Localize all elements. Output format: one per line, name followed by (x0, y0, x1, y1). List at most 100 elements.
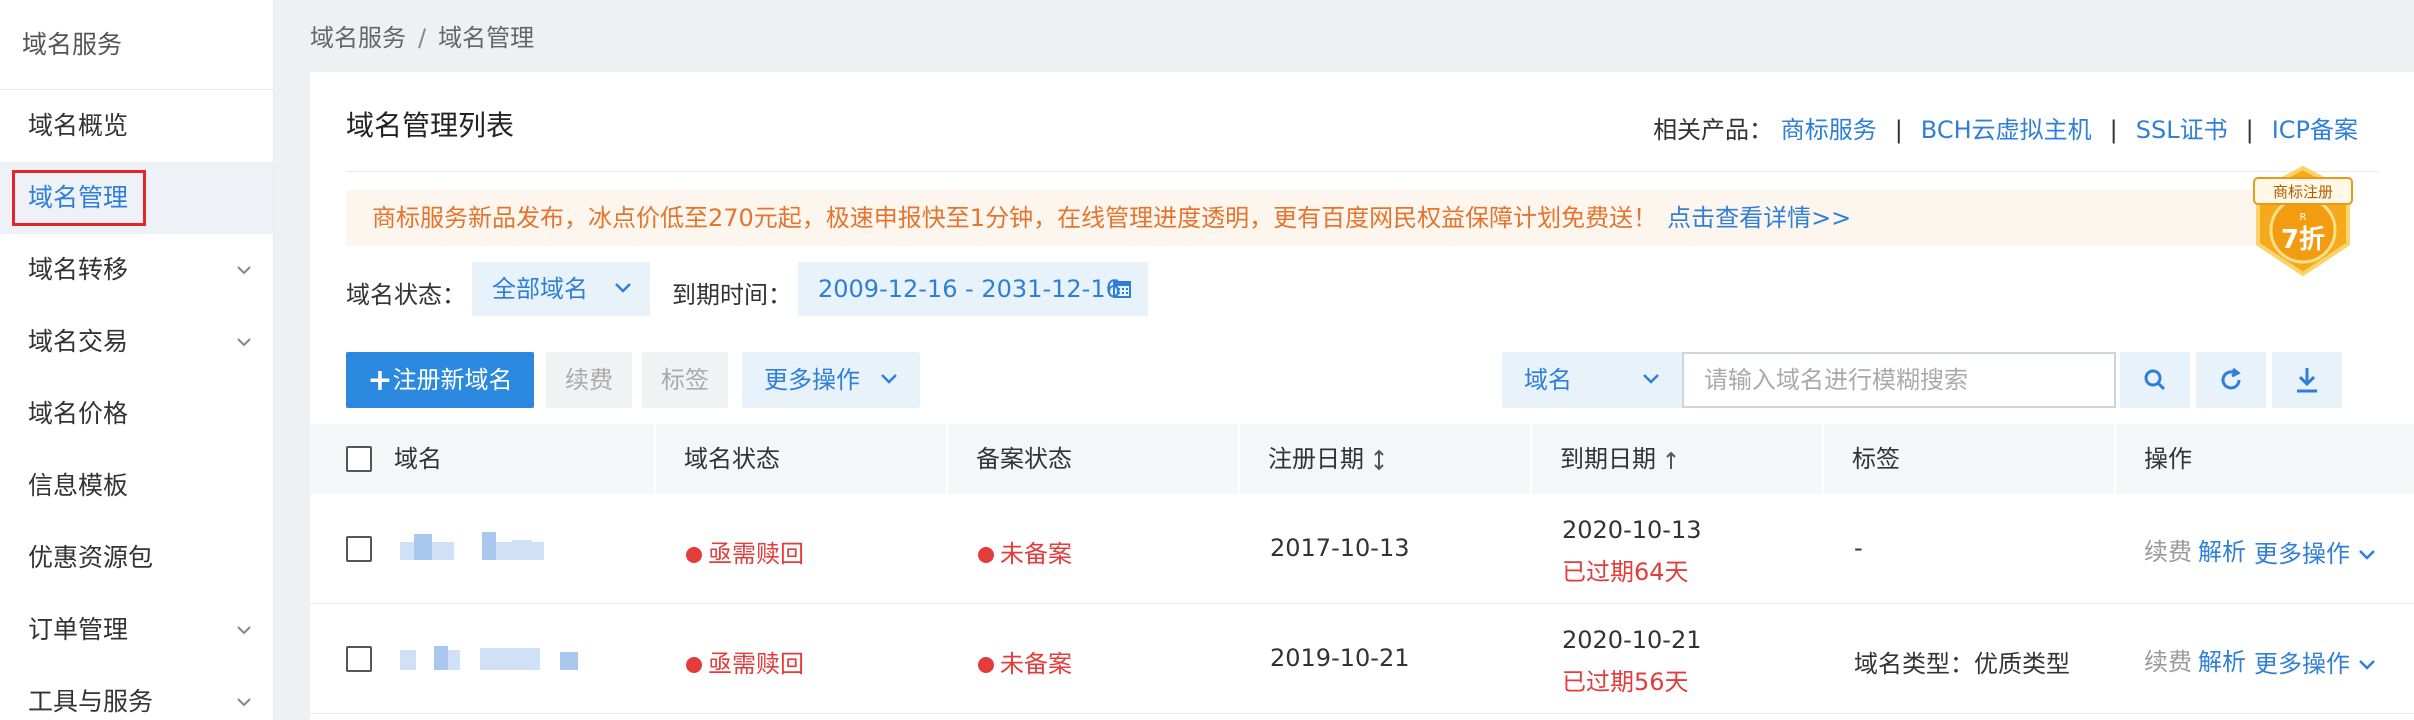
more-actions-dropdown[interactable]: 更多操作 (742, 352, 920, 408)
main-panel: 域名管理列表 相关产品： 商标服务 | BCH云虚拟主机 | SSL证书 | ICP备案 商… (310, 72, 2414, 720)
sidebar-item-info-template[interactable]: 信息模板 (0, 450, 273, 522)
sidebar-item-domain-price[interactable]: 域名价格 (0, 378, 273, 450)
search-button[interactable] (2120, 352, 2190, 408)
related-products: 相关产品： 商标服务 | BCH云虚拟主机 | SSL证书 | ICP备案 (1653, 110, 2358, 145)
divider (346, 171, 2378, 172)
chevron-down-icon (881, 374, 897, 384)
select-all-checkbox[interactable] (346, 446, 372, 472)
status-dot (686, 657, 702, 673)
sidebar-item-domain-trading[interactable]: 域名交易 (0, 306, 273, 378)
sidebar-item-label: 信息模板 (28, 471, 129, 500)
sidebar-item-domain-transfer[interactable]: 域名转移 (0, 234, 273, 306)
dns-link[interactable]: 解析 (2198, 532, 2246, 567)
register-domain-label: 注册新域名 (392, 366, 513, 394)
related-link-trademark[interactable]: 商标服务 (1781, 116, 1877, 144)
notice-link[interactable]: 点击查看详情>> (1667, 204, 1851, 232)
refresh-button[interactable] (2196, 352, 2266, 408)
column-header-exp-date[interactable]: 到期日期 (1560, 424, 1678, 494)
sidebar-item-label: 工具与服务 (28, 687, 154, 716)
search-input[interactable] (1682, 352, 2116, 408)
status-dot (978, 657, 994, 673)
register-domain-button[interactable]: +注册新域名 (346, 352, 534, 408)
dns-link[interactable]: 解析 (2198, 642, 2246, 677)
more-actions-label: 更多操作 (2254, 540, 2350, 568)
chevron-down-icon (237, 698, 251, 707)
highlight-box (12, 170, 146, 226)
expire-date-range-picker[interactable]: 2009-12-16 - 2031-12-16 (798, 262, 1148, 316)
sidebar-item-label: 域名转移 (28, 255, 129, 284)
sidebar-item-label: 域名概览 (28, 111, 129, 140)
sidebar-title: 域名服务 (0, 0, 273, 90)
column-header-actions: 操作 (2144, 445, 2192, 473)
column-separator (2114, 424, 2116, 494)
promo-top-text: 商标注册 (2273, 183, 2333, 201)
column-separator (946, 424, 948, 494)
column-header-domain-status: 域名状态 (684, 445, 780, 473)
search-type-select[interactable]: 域名 (1502, 352, 1682, 408)
search-icon (2144, 369, 2166, 391)
sidebar-item-discount-pack[interactable]: 优惠资源包 (0, 522, 273, 594)
status-dot (978, 547, 994, 563)
reg-date-label: 注册日期 (1268, 445, 1364, 473)
trademark-promo-badge[interactable]: 商标注册 R 7折 (2244, 162, 2362, 280)
breadcrumb-root[interactable]: 域名服务 (310, 24, 406, 52)
chevron-down-icon (237, 266, 251, 275)
more-actions-label: 更多操作 (764, 366, 860, 394)
chevron-down-icon (1643, 374, 1659, 384)
domain-status: 亟需赎回 (686, 534, 804, 569)
plus-icon: + (367, 363, 393, 398)
column-separator (654, 424, 656, 494)
more-actions-link[interactable]: 更多操作 (2254, 534, 2376, 569)
table-row: 亟需赎回 未备案 2017-10-13 2020-10-13 已过期64天 - … (310, 494, 2414, 604)
exp-date-label: 到期日期 (1560, 445, 1656, 473)
sidebar-item-tools[interactable]: 工具与服务 (0, 666, 273, 720)
renew-link[interactable]: 续费 (2144, 532, 2192, 567)
icp-status-text: 未备案 (1000, 650, 1072, 678)
status-dot (686, 547, 702, 563)
sidebar-item-label: 域名交易 (28, 327, 129, 356)
tag-value: - (1854, 534, 1863, 562)
column-header-tag: 标签 (1852, 445, 1900, 473)
row-checkbox[interactable] (346, 646, 372, 672)
notice-banner: 商标服务新品发布，冰点价低至270元起，极速申报快至1分钟，在线管理进度透明，更… (346, 190, 2286, 246)
sidebar-item-orders[interactable]: 订单管理 (0, 594, 273, 666)
table-row: 亟需赎回 未备案 2019-10-21 2020-10-21 已过期56天 域名… (310, 604, 2414, 714)
chevron-down-icon (615, 283, 631, 293)
breadcrumb: 域名服务 / 域名管理 (310, 18, 534, 53)
domain-status-text: 亟需赎回 (708, 650, 804, 678)
sidebar: 域名服务 域名概览 域名管理 域名转移 域名交易 域名价格 信息模板 优惠资源包… (0, 0, 274, 720)
exp-date: 2020-10-21 (1562, 626, 1702, 654)
expire-date-range: 2009-12-16 - 2031-12-16 (818, 275, 1121, 303)
row-checkbox[interactable] (346, 536, 372, 562)
column-separator (1530, 424, 1532, 494)
more-actions-link[interactable]: 更多操作 (2254, 644, 2376, 679)
more-actions-label: 更多操作 (2254, 650, 2350, 678)
renew-button[interactable]: 续费 (546, 352, 632, 408)
table-header: 域名 域名状态 备案状态 注册日期 到期日期 标签 操作 (310, 424, 2414, 494)
reg-date: 2017-10-13 (1270, 534, 1410, 562)
chevron-down-icon (237, 338, 251, 347)
separator: | (1894, 116, 1903, 144)
related-link-ssl[interactable]: SSL证书 (2136, 116, 2228, 144)
refresh-icon (2221, 367, 2241, 390)
tag-button[interactable]: 标签 (642, 352, 728, 408)
exp-date: 2020-10-13 (1562, 516, 1702, 544)
icp-status-text: 未备案 (1000, 540, 1072, 568)
calendar-icon (1113, 281, 1131, 298)
related-link-bch[interactable]: BCH云虚拟主机 (1921, 116, 2092, 144)
sidebar-item-overview[interactable]: 域名概览 (0, 90, 273, 162)
related-link-icp[interactable]: ICP备案 (2272, 116, 2358, 144)
renew-link[interactable]: 续费 (2144, 642, 2192, 677)
page-title: 域名管理列表 (346, 109, 515, 142)
domain-status-text: 亟需赎回 (708, 540, 804, 568)
notice-text: 商标服务新品发布，冰点价低至270元起，极速申报快至1分钟，在线管理进度透明，更… (372, 204, 1658, 232)
icp-status: 未备案 (978, 644, 1072, 679)
domain-status: 亟需赎回 (686, 644, 804, 679)
download-icon (2297, 368, 2317, 393)
download-button[interactable] (2272, 352, 2342, 408)
status-filter-select[interactable]: 全部域名 (472, 262, 650, 316)
expired-note: 已过期56天 (1562, 668, 1689, 696)
search-type-value: 域名 (1524, 366, 1572, 394)
sidebar-item-domain-management[interactable]: 域名管理 (0, 162, 273, 234)
column-header-reg-date[interactable]: 注册日期 (1268, 424, 1386, 494)
